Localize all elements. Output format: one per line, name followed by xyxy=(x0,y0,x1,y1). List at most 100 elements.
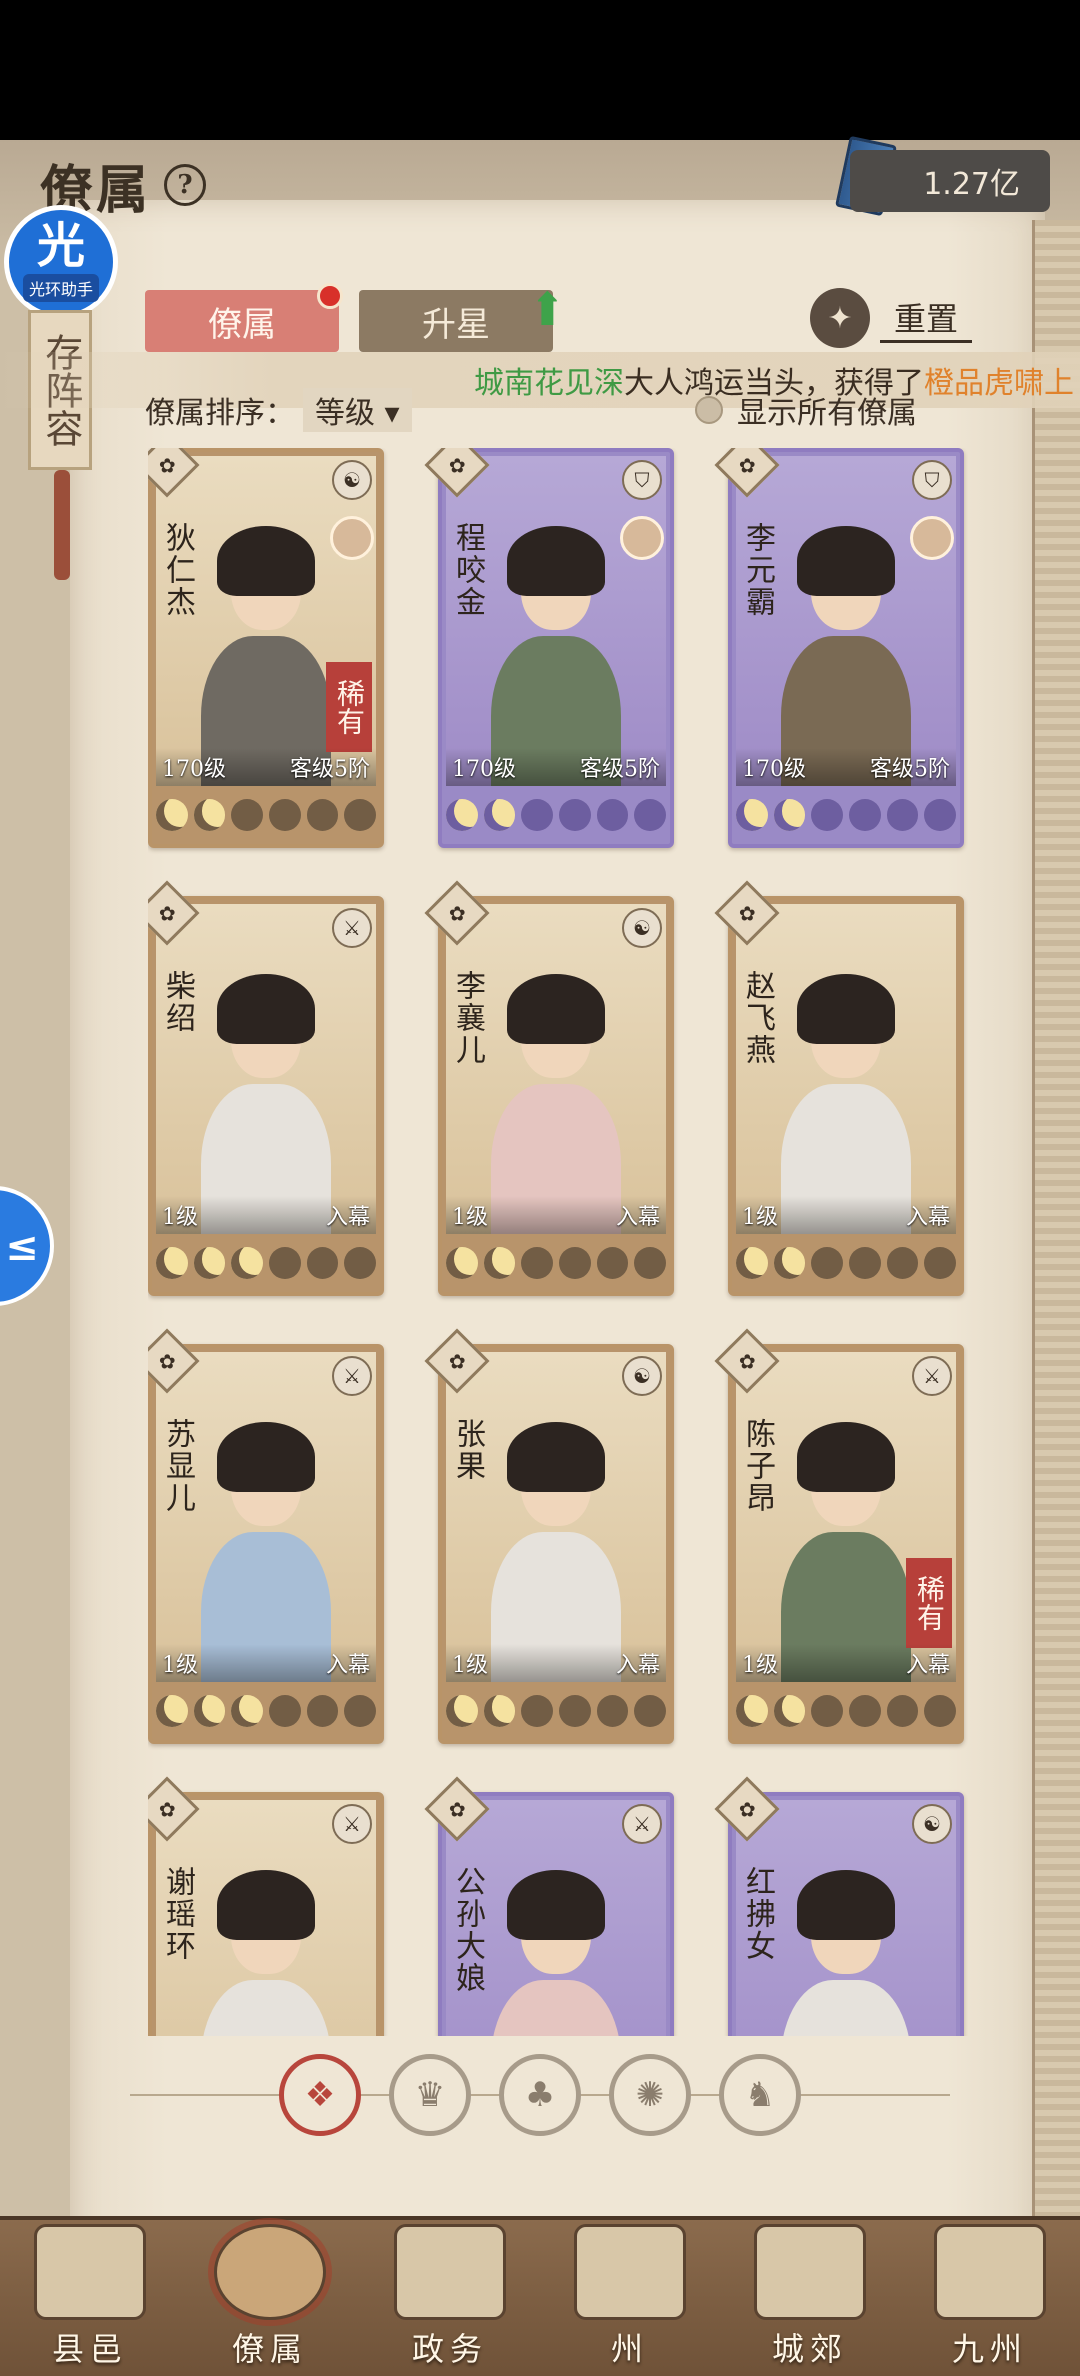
beast-icon[interactable]: ♞ xyxy=(719,2054,801,2136)
yin-yang-icon: ☯ xyxy=(912,1804,952,1844)
retainer-portrait xyxy=(446,456,666,786)
retainer-rank: 客级5阶 xyxy=(870,757,950,782)
nav-illustration-icon xyxy=(34,2224,146,2320)
sword-icon: ⚔ xyxy=(912,1356,952,1396)
portrait-figure xyxy=(781,526,911,786)
show-all-toggle[interactable]: 显示所有僚属 xyxy=(695,388,917,432)
retainer-card[interactable]: 李元霸 ✿ ⛉ 170级 客级5阶 xyxy=(714,448,964,848)
retainer-card[interactable]: 程咬金 ✿ ⛉ 170级 客级5阶 xyxy=(424,448,674,848)
all-diamond-icon[interactable]: ❖ xyxy=(279,2054,361,2136)
retainer-card[interactable]: 陈子昂 ✿ ⚔ 稀有 1级 入幕 xyxy=(714,1328,964,1744)
moon-filled-icon xyxy=(193,1247,226,1279)
retainer-rank: 入幕 xyxy=(905,1653,950,1678)
retainer-rank: 入幕 xyxy=(615,1653,660,1678)
partner-avatar xyxy=(620,516,664,560)
retainer-card[interactable]: 柴绍 ✿ ⚔ 1级 入幕 xyxy=(148,880,384,1296)
retainer-card[interactable]: 谢瑶环 ✿ ⚔ xyxy=(148,1776,384,2036)
moon-empty-icon xyxy=(559,1247,591,1279)
fan-icon[interactable]: ✺ xyxy=(609,2054,691,2136)
retainer-card[interactable]: 公孙大娘 ✿ ⚔ xyxy=(424,1776,674,2036)
retainer-card[interactable]: 赵飞燕 ✿ 1级 入幕 xyxy=(714,880,964,1296)
moon-filled-icon xyxy=(193,1695,226,1727)
retainer-portrait xyxy=(736,904,956,1234)
moon-empty-icon xyxy=(924,1247,957,1279)
nav-item[interactable]: 九州 xyxy=(910,2220,1070,2370)
show-all-checkbox[interactable] xyxy=(695,396,723,424)
currency-value: 1.27亿 xyxy=(923,167,1020,202)
retainer-card[interactable]: 红拂女 ✿ ☯ xyxy=(714,1776,964,2036)
nav-item[interactable]: 县邑 xyxy=(10,2220,170,2370)
reset-button[interactable]: ✦ 重置 xyxy=(810,288,973,348)
retainer-name: 苏显儿 xyxy=(160,1418,195,1514)
retainer-level: 1级 xyxy=(742,1205,778,1230)
retainer-card[interactable]: 狄仁杰 ✿ ☯ 稀有 170级 客级5阶 xyxy=(148,448,384,848)
star-moons xyxy=(155,1240,377,1286)
tab-retainers[interactable]: 僚属 xyxy=(145,290,339,352)
moon-empty-icon xyxy=(849,1247,881,1279)
star-moons xyxy=(735,792,957,838)
retainer-level: 1级 xyxy=(452,1205,488,1230)
retainer-card[interactable]: 张果 ✿ ☯ 1级 入幕 xyxy=(424,1328,674,1744)
retainer-name: 柴绍 xyxy=(160,970,195,1034)
retainer-stats: 1级 入幕 xyxy=(736,1196,956,1234)
moon-empty-icon xyxy=(886,1247,919,1279)
rare-badge: 稀有 xyxy=(326,662,372,752)
nav-item[interactable]: 州 xyxy=(550,2220,710,2370)
sort-dropdown[interactable]: 等级 ▾ xyxy=(303,388,412,432)
retainer-stats: 170级 客级5阶 xyxy=(736,748,956,786)
tab-star-up[interactable]: 升星 xyxy=(359,290,553,352)
nav-label: 僚属 xyxy=(231,2330,308,2368)
partner-avatar xyxy=(330,516,374,560)
moon-empty-icon xyxy=(306,799,339,831)
gourd-icon[interactable]: ♣ xyxy=(499,2054,581,2136)
chevron-down-icon: ▾ xyxy=(384,396,400,431)
helper-app-badge[interactable]: 光 光环助手 xyxy=(4,205,118,319)
moon-empty-icon xyxy=(886,799,919,831)
moon-empty-icon xyxy=(269,799,301,831)
retainer-rank: 入幕 xyxy=(615,1205,660,1230)
retainer-card[interactable]: 李襄儿 ✿ ☯ 1级 入幕 xyxy=(424,880,674,1296)
star-moons xyxy=(445,1688,667,1734)
floating-assist-glyph: ≤ xyxy=(5,1222,39,1270)
retainer-rank: 客级5阶 xyxy=(580,757,660,782)
moon-empty-icon xyxy=(306,1247,339,1279)
retainer-portrait xyxy=(736,456,956,786)
moon-filled-icon xyxy=(155,799,188,831)
retainer-portrait xyxy=(156,1352,376,1682)
rare-badge: 稀有 xyxy=(906,1558,952,1648)
portrait-figure xyxy=(781,1870,911,2036)
moon-empty-icon xyxy=(521,799,553,831)
moon-empty-icon xyxy=(269,1695,301,1727)
nav-item[interactable]: 城郊 xyxy=(730,2220,890,2370)
bottom-nav: 县邑 僚属 政务 州 城郊 九州 xyxy=(0,2216,1080,2376)
nav-item[interactable]: 政务 xyxy=(370,2220,530,2370)
portrait-figure xyxy=(201,974,331,1234)
currency-display[interactable]: 1.27亿 xyxy=(850,150,1050,212)
nav-illustration-icon xyxy=(394,2224,506,2320)
nav-illustration-icon xyxy=(754,2224,866,2320)
retainer-rank: 客级5阶 xyxy=(290,757,370,782)
moon-empty-icon xyxy=(811,1247,843,1279)
portrait-figure xyxy=(781,974,911,1234)
sword-icon: ⚔ xyxy=(332,908,372,948)
tassel-decoration xyxy=(54,470,70,580)
sword-icon: ⚔ xyxy=(332,1804,372,1844)
helper-badge-label: 光环助手 xyxy=(22,274,99,302)
partner-avatar xyxy=(910,516,954,560)
nav-item[interactable]: 僚属 xyxy=(190,2220,350,2370)
moon-filled-icon xyxy=(155,1247,188,1279)
moon-filled-icon xyxy=(773,799,806,831)
retainer-card[interactable]: 苏显儿 ✿ ⚔ 1级 入幕 xyxy=(148,1328,384,1744)
retainer-level: 1级 xyxy=(162,1653,198,1678)
moon-empty-icon xyxy=(596,799,629,831)
moon-filled-icon xyxy=(231,1695,263,1727)
star-moons xyxy=(735,1240,957,1286)
portrait-figure xyxy=(491,526,621,786)
star-moons xyxy=(735,1688,957,1734)
moon-empty-icon xyxy=(849,1695,881,1727)
official-hat-icon[interactable]: ♛ xyxy=(389,2054,471,2136)
help-icon[interactable]: ? xyxy=(164,164,207,206)
helper-badge-glyph: 光 xyxy=(36,218,85,274)
moon-empty-icon xyxy=(634,799,667,831)
moon-empty-icon xyxy=(886,1695,919,1727)
